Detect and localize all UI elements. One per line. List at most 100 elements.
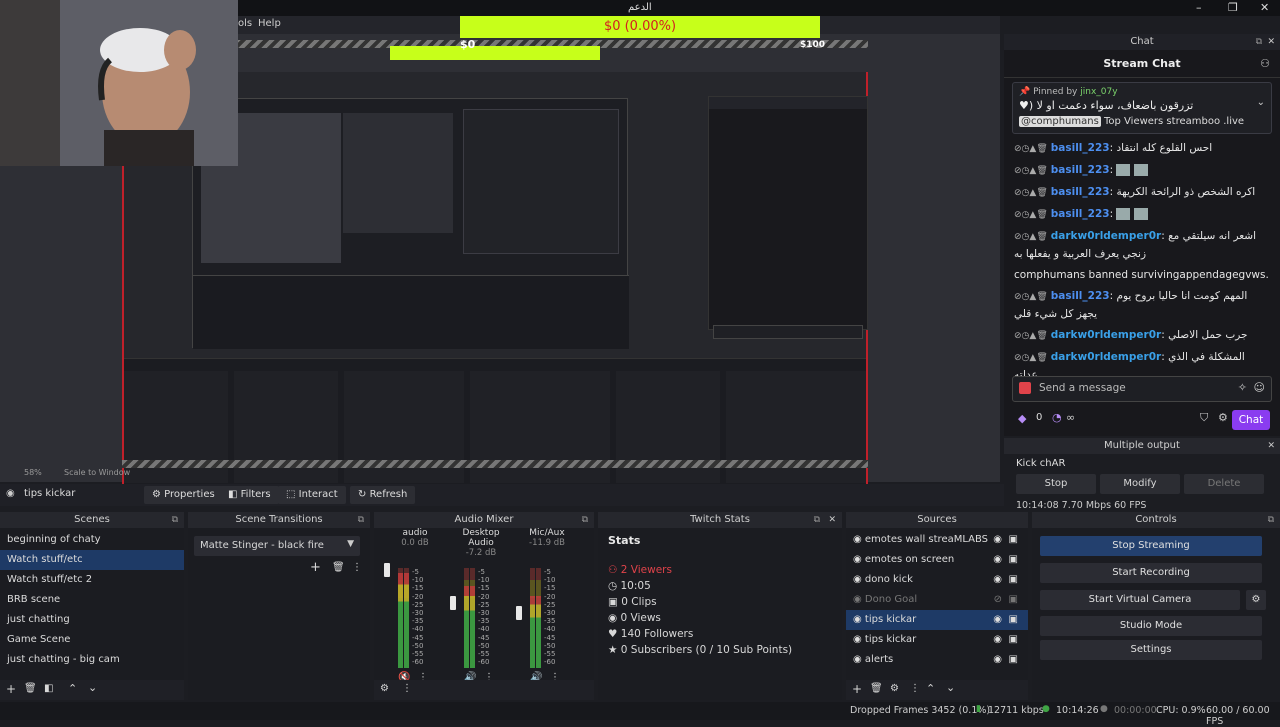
source-item[interactable]: ◉ tips kickar ◉ ▣ (846, 610, 1028, 630)
mod-actions-icon[interactable]: ⊘◷▲🗑 (1014, 210, 1048, 220)
more-options-icon[interactable]: ⋮ (910, 683, 920, 694)
popout-icon[interactable]: ⧉ (172, 512, 178, 528)
chat-username[interactable]: basill_223 (1051, 290, 1110, 302)
eye-icon[interactable]: ◉ (993, 650, 1002, 670)
scene-item[interactable]: Game Scene (0, 630, 184, 650)
scene-item[interactable]: beginning of chaty (0, 530, 184, 550)
eye-icon[interactable]: ◉ (993, 570, 1002, 590)
channel-points[interactable]: 0 (1036, 412, 1042, 423)
scene-item[interactable]: Watch stuff/etc (0, 550, 184, 570)
lock-icon[interactable]: ▣ (1009, 570, 1018, 590)
volume-fader[interactable] (384, 563, 390, 577)
eye-icon[interactable]: ◉ (993, 530, 1002, 550)
more-options-icon[interactable]: ⋮ (352, 562, 362, 573)
maximize-icon[interactable]: ❐ (1228, 1, 1238, 14)
close-icon[interactable]: ✕ (828, 512, 836, 528)
scale-mode[interactable]: Scale to Window (64, 468, 130, 477)
pinned-message[interactable]: 📌 Pinned by jinx_07y تزرقون باضعاف، سواء… (1012, 82, 1272, 134)
mod-actions-icon[interactable]: ⊘◷▲🗑 (1014, 331, 1048, 341)
popout-icon[interactable]: ⧉ (814, 512, 820, 528)
close-icon[interactable]: ✕ (1267, 34, 1275, 50)
virtual-camera-settings-button[interactable]: ⚙ (1246, 590, 1266, 610)
source-item[interactable]: ◉ Dono Goal ⊘ ▣ (846, 590, 1028, 610)
refresh-button[interactable]: ↻ Refresh (350, 486, 416, 504)
scene-item[interactable]: just chatting - big cam (0, 650, 184, 670)
gear-icon[interactable]: ⚙ (890, 683, 899, 694)
source-item[interactable]: ◉ tips kickar ◉ ▣ (846, 630, 1028, 650)
studio-mode-button[interactable]: Studio Mode (1040, 616, 1262, 636)
menu-tools[interactable]: ols (238, 18, 252, 29)
source-item[interactable]: ◉ emotes wall streaMLABS ◉ ▣ (846, 530, 1028, 550)
interact-button[interactable]: ⬚ Interact (278, 486, 346, 504)
trash-icon[interactable]: 🗑 (332, 562, 345, 573)
delete-output-button[interactable]: Delete (1184, 474, 1264, 494)
gear-icon[interactable]: ⚙ (380, 683, 389, 694)
eye-icon[interactable]: ◉ (993, 550, 1002, 570)
popout-icon[interactable]: ⧉ (1268, 512, 1274, 528)
lock-icon[interactable]: ▣ (1009, 610, 1018, 630)
close-window-icon[interactable]: ✕ (1260, 1, 1269, 14)
bits-icon[interactable]: ◆ (1018, 412, 1026, 425)
start-recording-button[interactable]: Start Recording (1040, 563, 1262, 583)
minimize-icon[interactable]: – (1196, 1, 1202, 14)
zoom-level[interactable]: 58% (24, 468, 42, 477)
mod-actions-icon[interactable]: ⊘◷▲🗑 (1014, 188, 1048, 198)
trash-icon[interactable]: 🗑 (870, 683, 883, 694)
source-item[interactable]: ◉ dono kick ◉ ▣ (846, 570, 1028, 590)
lock-icon[interactable]: ▣ (1009, 550, 1018, 570)
mod-actions-icon[interactable]: ⊘◷▲🗑 (1014, 166, 1048, 176)
chat-username[interactable]: basill_223 (1051, 142, 1110, 154)
add-icon[interactable]: + (6, 682, 16, 696)
mod-actions-icon[interactable]: ⊘◷▲🗑 (1014, 232, 1048, 242)
volume-fader[interactable] (516, 606, 522, 620)
eye-icon[interactable]: ◉ (993, 630, 1002, 650)
emote-picker-icon[interactable]: ✧ (1238, 381, 1247, 394)
stop-streaming-button[interactable]: Stop Streaming (1040, 536, 1262, 556)
chevron-down-icon[interactable]: ⌄ (1257, 97, 1265, 108)
source-item[interactable]: ◉ alerts ◉ ▣ (846, 650, 1028, 670)
source-item[interactable]: ◉ emotes on screen ◉ ▣ (846, 550, 1028, 570)
users-icon[interactable]: ⚇ (1260, 50, 1270, 78)
popout-icon[interactable]: ⧉ (1256, 34, 1262, 50)
lock-icon[interactable]: ▣ (1009, 650, 1018, 670)
chat-username[interactable]: darkw0rldemper0r (1051, 230, 1161, 242)
mod-actions-icon[interactable]: ⊘◷▲🗑 (1014, 292, 1048, 302)
scene-item[interactable]: just chatting (0, 610, 184, 630)
chevron-down-icon[interactable]: ⌄ (946, 681, 955, 694)
chat-input[interactable]: Send a message ✧ ☺ (1012, 376, 1272, 402)
properties-button[interactable]: ⚙ Properties (144, 486, 223, 504)
lock-icon[interactable]: ▣ (1009, 590, 1018, 610)
chat-username[interactable]: basill_223 (1051, 208, 1110, 220)
chevron-down-icon[interactable]: ⌄ (88, 681, 97, 694)
gear-icon[interactable]: ⚙ (1218, 411, 1228, 424)
start-virtual-camera-button[interactable]: Start Virtual Camera (1040, 590, 1240, 610)
settings-button[interactable]: Settings (1040, 640, 1262, 660)
menu-help[interactable]: Help (258, 18, 281, 29)
mod-actions-icon[interactable]: ⊘◷▲🗑 (1014, 353, 1048, 363)
add-icon[interactable]: + (852, 682, 862, 696)
chevron-up-icon[interactable]: ⌃ (68, 682, 77, 695)
chat-username[interactable]: basill_223 (1051, 164, 1110, 176)
modify-output-button[interactable]: Modify (1100, 474, 1180, 494)
lock-icon[interactable]: ▣ (1009, 530, 1018, 550)
chat-username[interactable]: darkw0rldemper0r (1051, 329, 1161, 341)
popout-icon[interactable]: ⧉ (358, 512, 364, 528)
lock-icon[interactable]: ▣ (1009, 630, 1018, 650)
chat-send-button[interactable]: Chat (1232, 410, 1270, 430)
chat-username[interactable]: basill_223 (1051, 186, 1110, 198)
more-options-icon[interactable]: ⋮ (402, 683, 412, 694)
eye-off-icon[interactable]: ⊘ (994, 590, 1002, 610)
popout-icon[interactable]: ⧉ (582, 512, 588, 528)
mod-actions-icon[interactable]: ⊘◷▲🗑 (1014, 144, 1048, 154)
shield-icon[interactable]: ⛉ (1200, 411, 1208, 425)
close-icon[interactable]: ✕ (1267, 438, 1275, 454)
chat-username[interactable]: darkw0rldemper0r (1051, 351, 1161, 363)
filter-icon[interactable]: ◧ (44, 683, 53, 694)
chevron-up-icon[interactable]: ⌃ (926, 682, 935, 695)
trash-icon[interactable]: 🗑 (24, 683, 37, 694)
filters-button[interactable]: ◧ Filters (220, 486, 279, 504)
add-icon[interactable]: + (310, 560, 321, 575)
eye-icon[interactable]: ◉ (993, 610, 1002, 630)
smile-icon[interactable]: ☺ (1254, 381, 1265, 394)
scene-item[interactable]: BRB scene (0, 590, 184, 610)
